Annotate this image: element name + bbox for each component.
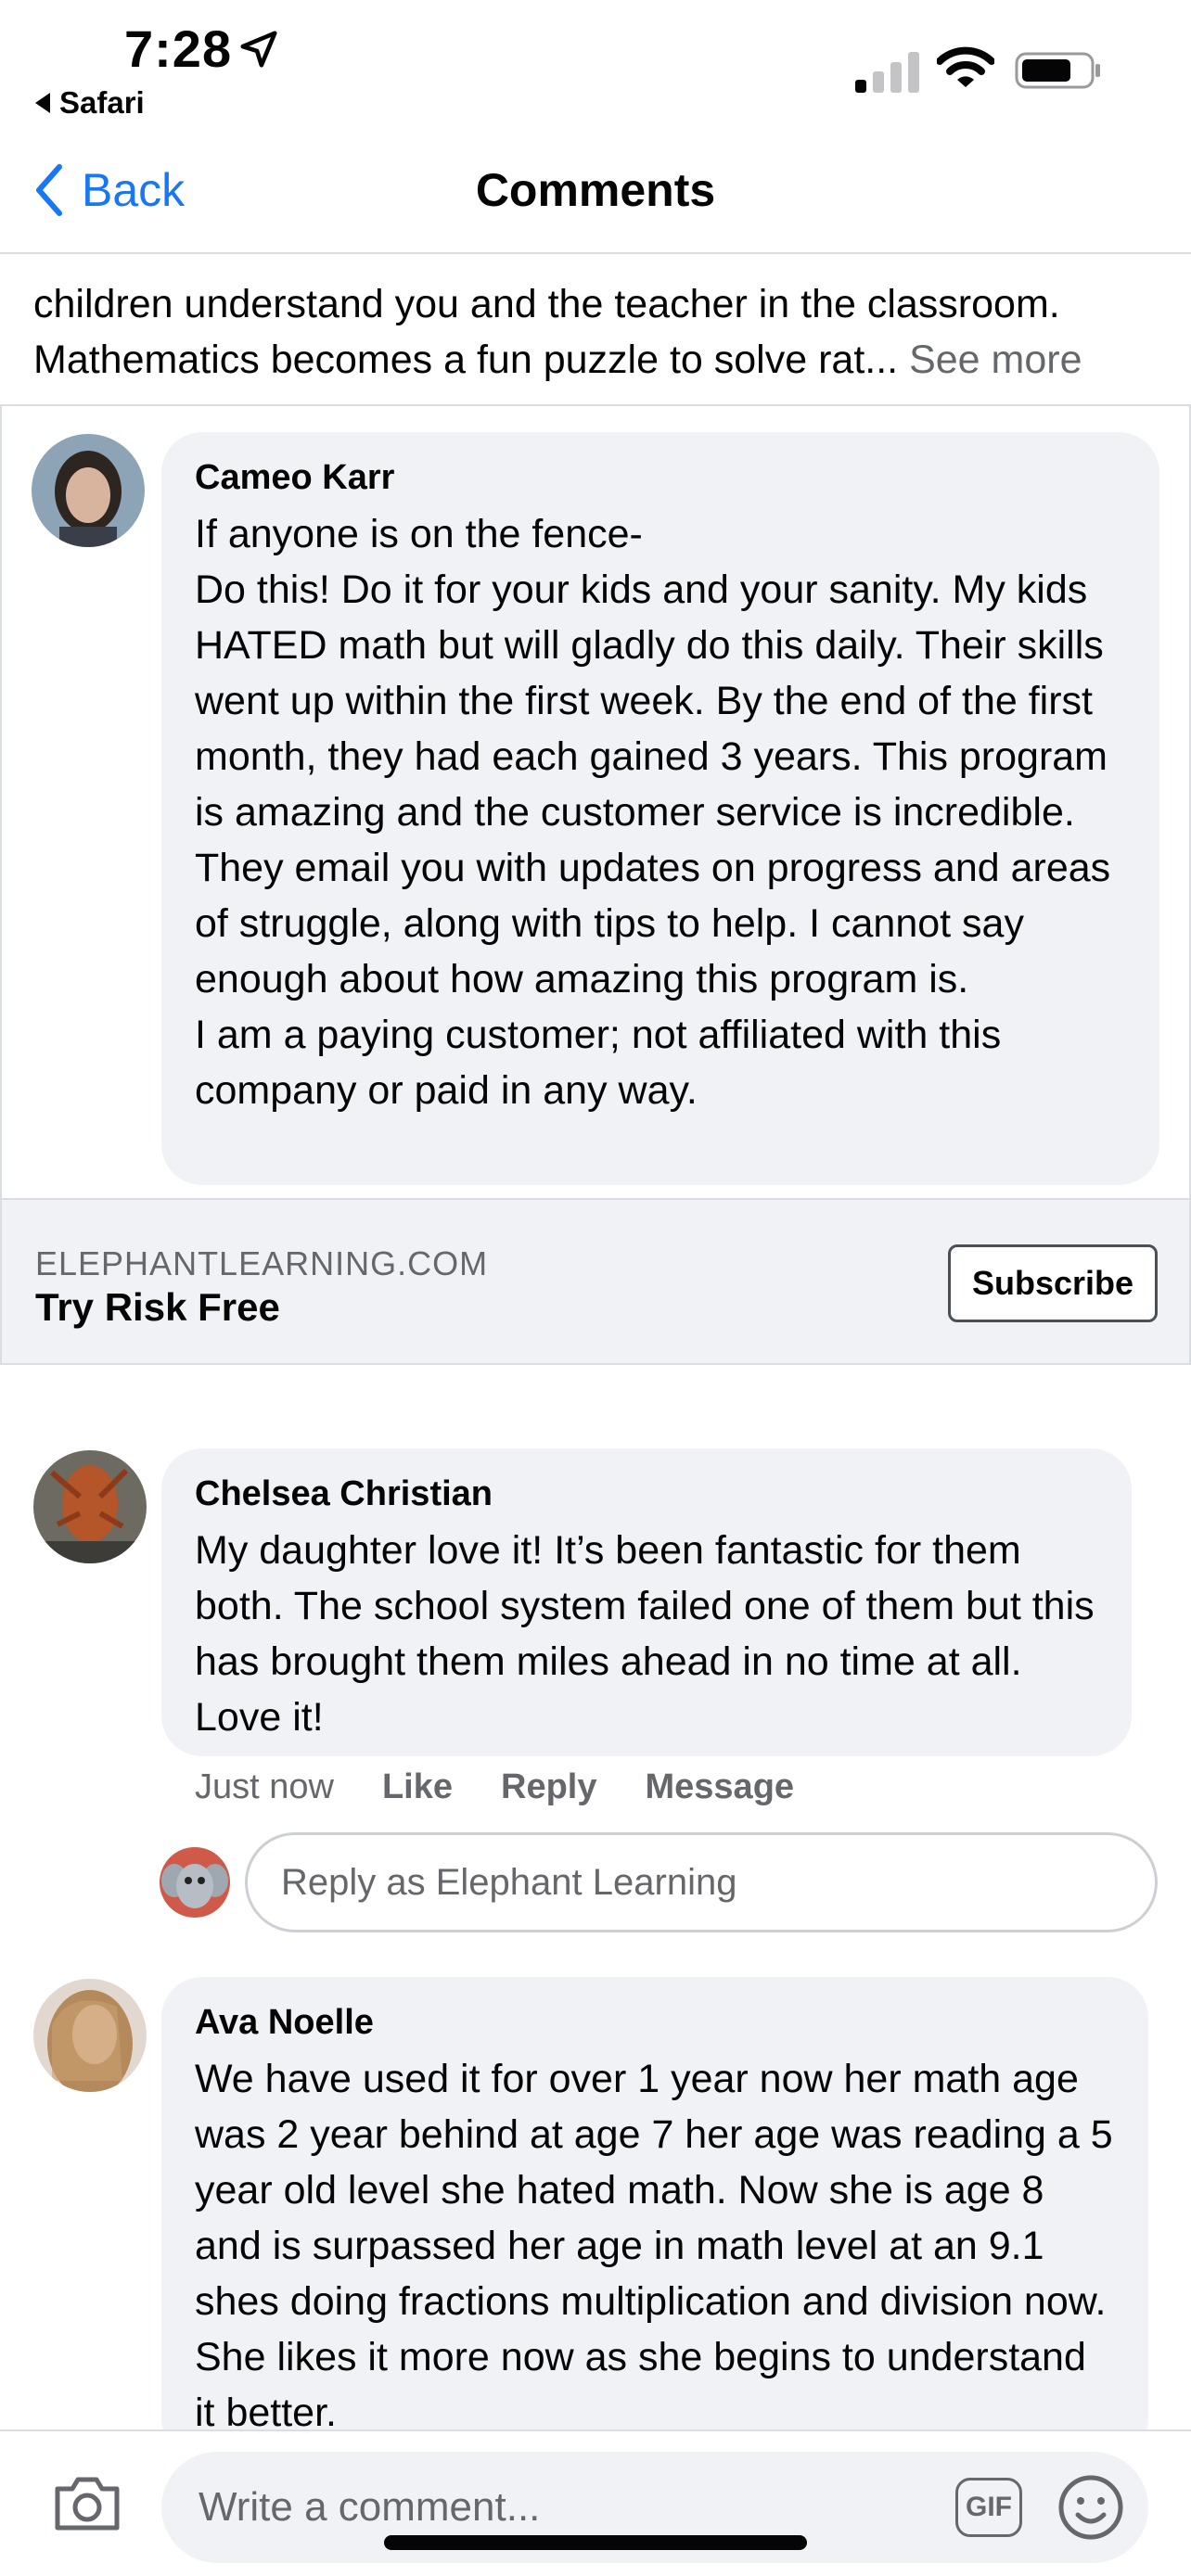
avatar-cameo-karr[interactable] <box>32 434 145 547</box>
status-bar: 7:28 Safari <box>0 0 1191 139</box>
return-app-label: Safari <box>59 85 145 120</box>
comment-composer: Write a comment... GIF <box>0 2429 1191 2576</box>
battery-icon <box>1015 52 1100 89</box>
cellular-signal-icon <box>855 52 919 93</box>
home-indicator <box>384 2535 807 2550</box>
reply-input[interactable]: Reply as Elephant Learning <box>245 1832 1158 1932</box>
message-button[interactable]: Message <box>646 1767 795 1807</box>
comment-text: If anyone is on the fence- Do this! Do i… <box>195 512 1111 1113</box>
ad-domain: ELEPHANTLEARNING.COM <box>35 1244 489 1282</box>
comment-actions: Just now Like Reply Message <box>195 1767 794 1807</box>
post-text-line-2: Mathematics becomes a fun puzzle to solv… <box>33 338 899 382</box>
comment-timestamp: Just now <box>195 1767 334 1806</box>
featured-comment: Cameo Karr If anyone is on the fence- Do… <box>2 406 1189 1200</box>
comment-author[interactable]: Chelsea Christian <box>195 1471 1098 1517</box>
post-text-hidden-line <box>33 254 1165 276</box>
avatar-chelsea-christian[interactable] <box>33 1450 147 1563</box>
post-text: children understand you and the teacher … <box>0 254 1191 404</box>
sponsored-post-card: Cameo Karr If anyone is on the fence- Do… <box>0 404 1191 1365</box>
comment-author[interactable]: Ava Noelle <box>195 1999 1115 2046</box>
post-text-line-last: Mathematics becomes a fun puzzle to solv… <box>33 332 1165 388</box>
subscribe-button[interactable]: Subscribe <box>948 1244 1158 1322</box>
comment-bubble[interactable]: Ava Noelle We have used it for over 1 ye… <box>161 1977 1148 2459</box>
page-title: Comments <box>475 164 716 216</box>
comment-text: My daughter love it! It’s been fantastic… <box>195 1528 1095 1740</box>
see-more-link[interactable]: See more <box>909 338 1082 382</box>
ad-headline: Try Risk Free <box>35 1285 280 1329</box>
reply-button[interactable]: Reply <box>501 1767 596 1807</box>
reply-placeholder: Reply as Elephant Learning <box>281 1861 737 1903</box>
location-arrow-icon <box>240 31 277 68</box>
return-to-safari[interactable]: Safari <box>35 85 145 121</box>
ad-link-footer[interactable]: ELEPHANTLEARNING.COM Try Risk Free Subsc… <box>2 1200 1189 1363</box>
comment-author[interactable]: Cameo Karr <box>195 454 1126 501</box>
comment-input-placeholder: Write a comment... <box>198 2484 541 2530</box>
status-time: 7:28 <box>124 19 233 78</box>
avatar-ava-noelle[interactable] <box>33 1979 147 2092</box>
post-text-line: children understand you and the teacher … <box>33 282 1060 326</box>
back-triangle-icon <box>35 93 50 113</box>
gif-icon[interactable]: GIF <box>955 2478 1022 2537</box>
like-button[interactable]: Like <box>382 1767 453 1807</box>
page-avatar-elephant <box>160 1847 230 1918</box>
comment-text: We have used it for over 1 year now her … <box>195 2057 1113 2435</box>
comment-bubble[interactable]: Cameo Karr If anyone is on the fence- Do… <box>161 432 1159 1185</box>
emoji-icon[interactable] <box>1057 2474 1124 2541</box>
comment-bubble[interactable]: Chelsea Christian My daughter love it! I… <box>161 1448 1132 1756</box>
camera-icon[interactable] <box>52 2472 122 2533</box>
wifi-icon <box>937 46 994 87</box>
navigation-bar: Back Comments <box>0 139 1191 254</box>
